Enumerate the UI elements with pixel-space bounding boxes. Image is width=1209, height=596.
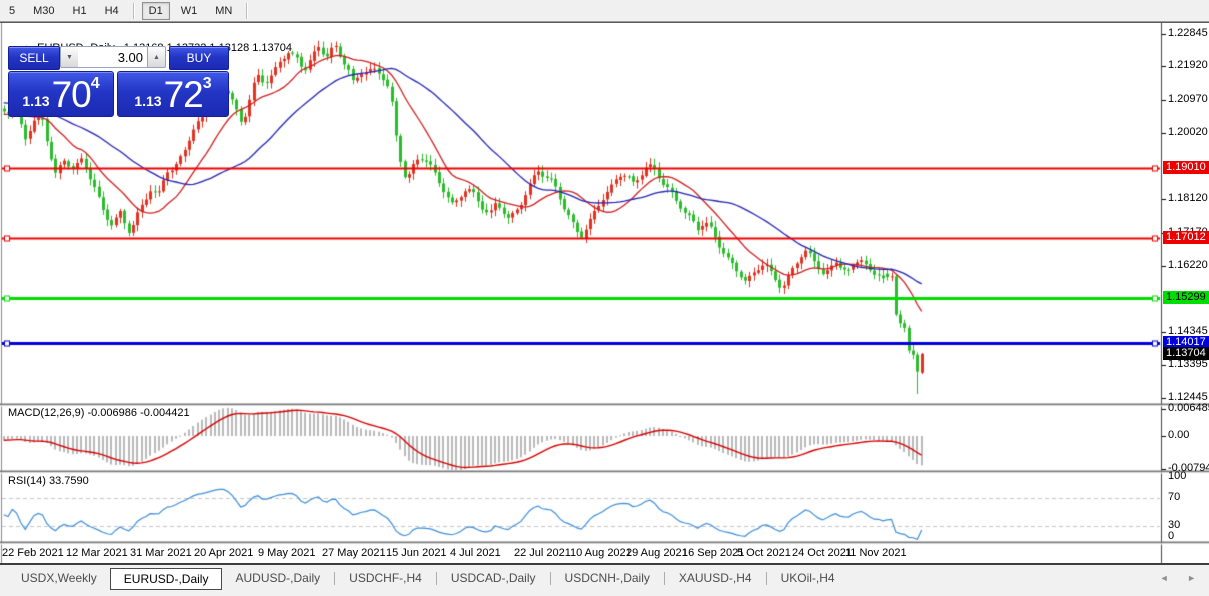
price-axis[interactable]: 1.228451.219201.209701.200201.181201.171…: [1162, 23, 1209, 564]
date-tick-label: 27 May 2021: [322, 547, 386, 559]
price-tick-label: 1.20970: [1168, 93, 1208, 106]
tab-usdcad-daily[interactable]: USDCAD-,Daily: [438, 568, 549, 589]
date-tick-label: 9 May 2021: [258, 547, 315, 559]
date-tick-label: 20 Apr 2021: [194, 547, 253, 559]
timeframe-button-m30[interactable]: M30: [26, 2, 61, 20]
price-tick-label: 1.16220: [1168, 259, 1208, 272]
timeframe-button-d1[interactable]: D1: [142, 2, 170, 20]
buy-price-sup: 3: [203, 75, 212, 93]
buy-price-small: 1.13: [134, 93, 161, 109]
timeframe-button-h1[interactable]: H1: [66, 2, 94, 20]
tab-xauusd-h4[interactable]: XAUUSD-,H4: [666, 568, 765, 589]
sell-price-sup: 4: [91, 75, 100, 93]
one-click-trade-panel: SELL ▼ ▲ BUY 1.13704 1.13723: [8, 46, 227, 116]
tab-separator: [436, 572, 437, 585]
date-tick-label: 12 Mar 2021: [66, 547, 128, 559]
price-tick-label: 1.18120: [1168, 192, 1208, 205]
tab-usdchf-h4[interactable]: USDCHF-,H4: [336, 568, 435, 589]
sell-price-button[interactable]: 1.13704: [8, 71, 114, 117]
timeframe-button-mn[interactable]: MN: [208, 2, 239, 20]
price-line-label: 1.17012: [1163, 231, 1209, 244]
price-tick-label: 1.21920: [1168, 59, 1208, 72]
date-tick-label: 22 Feb 2021: [2, 547, 64, 559]
volume-increase-button[interactable]: ▲: [147, 46, 166, 68]
tab-ukoil-h4[interactable]: UKOil-,H4: [768, 568, 848, 589]
date-tick-label: 16 Sep 2021: [682, 547, 744, 559]
macd-indicator-label: MACD(12,26,9) -0.006986 -0.004421: [8, 407, 190, 419]
price-tick-label: 1.20020: [1168, 126, 1208, 139]
toolbar-separator: [246, 3, 248, 19]
tab-separator: [766, 572, 767, 585]
date-tick-label: 11 Nov 2021: [845, 547, 907, 559]
sell-price-big: 70: [52, 76, 91, 113]
price-tick-label: 0.00: [1168, 429, 1189, 442]
timeframe-toolbar: 5M30 H1H4 D1W1MN: [0, 0, 1209, 22]
price-tick-label: 0.006485: [1168, 402, 1209, 415]
date-tick-label: 10 Aug 2021: [570, 547, 632, 559]
chart-tab-bar: USDX,WeeklyEURUSD-,DailyAUDUSD-,DailyUSD…: [0, 563, 1209, 596]
date-tick-label: 5 Oct 2021: [737, 547, 791, 559]
volume-decrease-button[interactable]: ▼: [60, 46, 79, 68]
tab-separator: [334, 572, 335, 585]
price-line-label: 1.15299: [1163, 291, 1209, 304]
price-tick-label: 70: [1168, 491, 1180, 504]
price-tick-label: 1.22845: [1168, 27, 1208, 40]
sell-button[interactable]: SELL: [8, 46, 60, 70]
buy-price-big: 72: [164, 76, 203, 113]
buy-button[interactable]: BUY: [169, 46, 229, 70]
tab-separator: [550, 572, 551, 585]
price-tick-label: 100: [1168, 470, 1186, 483]
tab-scroll-arrows[interactable]: ◄ ►: [1160, 573, 1204, 583]
price-tick-label: 0: [1168, 530, 1174, 543]
toolbar-separator: [133, 3, 135, 19]
date-tick-label: 29 Aug 2021: [626, 547, 688, 559]
date-tick-label: 24 Oct 2021: [792, 547, 852, 559]
buy-price-button[interactable]: 1.13723: [117, 71, 229, 117]
rsi-indicator-label: RSI(14) 33.7590: [8, 475, 89, 487]
timeframe-button-w1[interactable]: W1: [174, 2, 205, 20]
price-line-label: 1.13704: [1163, 347, 1209, 360]
tab-usdcnh-daily[interactable]: USDCNH-,Daily: [552, 568, 663, 589]
timeframe-button-h4[interactable]: H4: [98, 2, 126, 20]
date-tick-label: 15 Jun 2021: [386, 547, 447, 559]
price-line-label: 1.19010: [1163, 161, 1209, 174]
tab-usdx-weekly[interactable]: USDX,Weekly: [8, 568, 110, 589]
timeframe-button-5[interactable]: 5: [2, 2, 22, 20]
chart-window: ▲EURUSD-,Daily1.13168 1.13732 1.13128 1.…: [0, 22, 1209, 563]
tab-eurusd-daily[interactable]: EURUSD-,Daily: [110, 568, 223, 590]
date-tick-label: 4 Jul 2021: [450, 547, 501, 559]
date-tick-label: 22 Jul 2021: [514, 547, 571, 559]
tab-audusd-daily[interactable]: AUDUSD-,Daily: [222, 568, 333, 589]
date-tick-label: 31 Mar 2021: [130, 547, 192, 559]
volume-input[interactable]: [78, 46, 148, 68]
tab-separator: [664, 572, 665, 585]
sell-price-small: 1.13: [22, 93, 49, 109]
